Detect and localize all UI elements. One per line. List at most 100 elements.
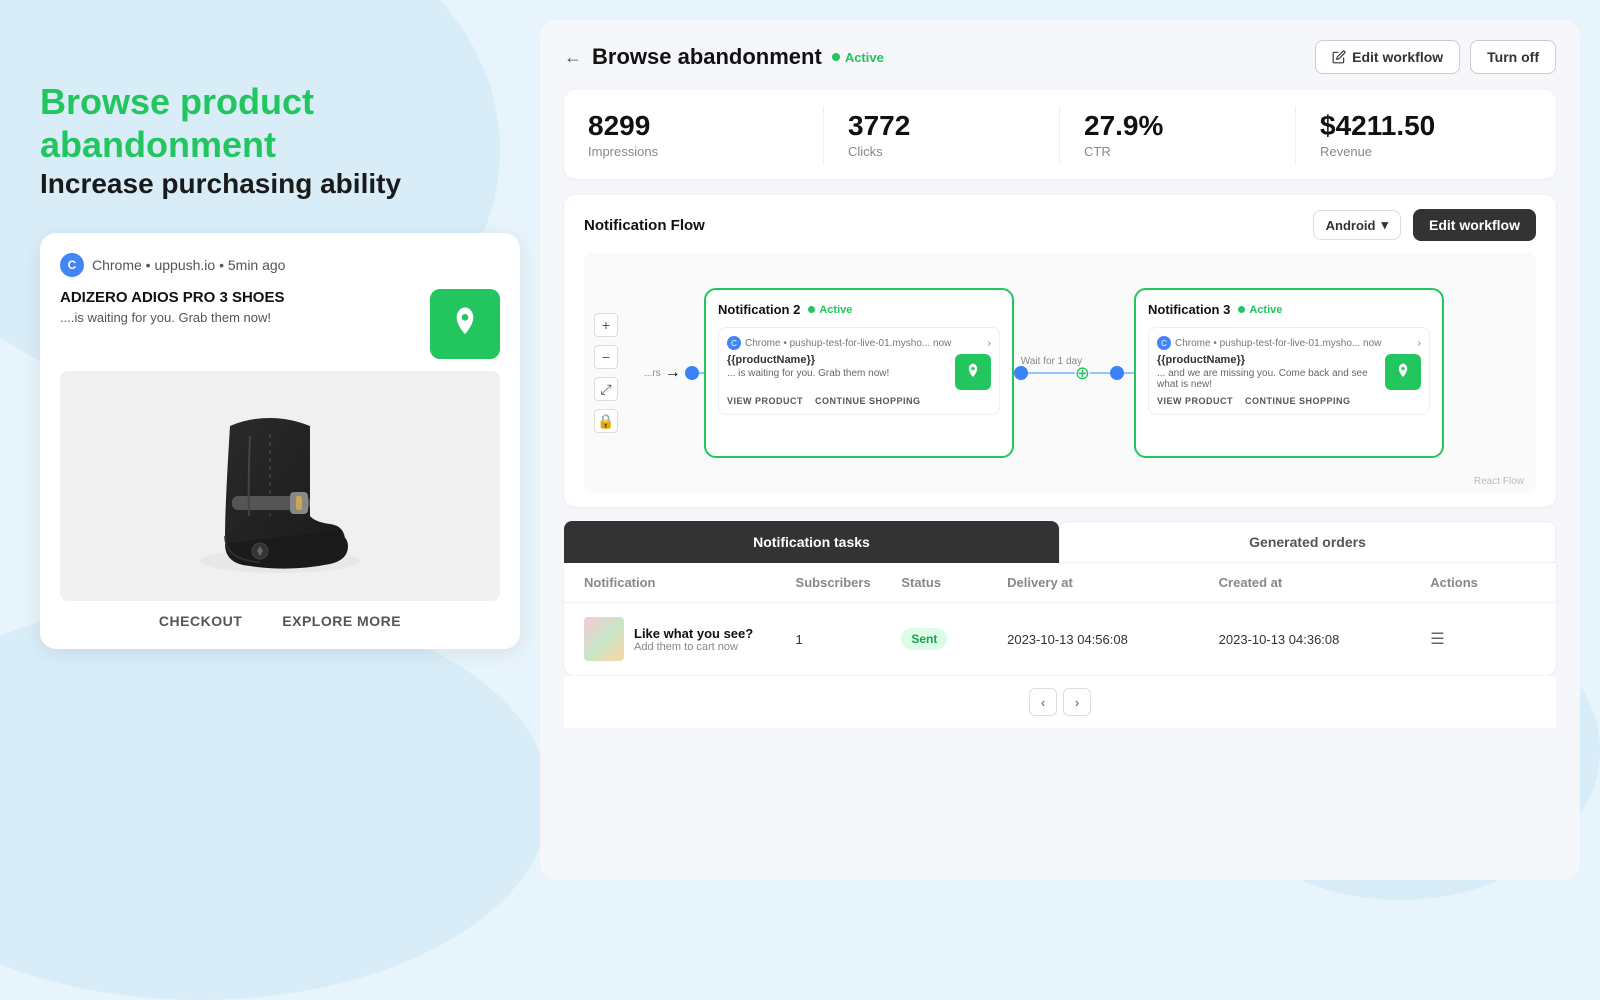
zoom-out-button[interactable]: − (594, 345, 618, 369)
page-header: ← Browse abandonment Active Edit workflo… (564, 40, 1556, 74)
flow-edit-button[interactable]: Edit workflow (1413, 209, 1536, 241)
notification-2-status: Active (808, 304, 852, 316)
mini-action-2-view: VIEW PRODUCT (1157, 396, 1233, 406)
headline-green: Browse product abandonment (40, 80, 540, 166)
chevron-icon-1: › (988, 338, 991, 349)
tab-generated-orders[interactable]: Generated orders (1059, 521, 1556, 563)
bottom-section: Notification tasks Generated orders Noti… (564, 521, 1556, 728)
stat-clicks: 3772 Clicks (824, 106, 1060, 163)
notification-3-header: Notification 3 Active (1148, 302, 1430, 317)
chevron-down-icon: ▾ (1381, 217, 1388, 233)
stat-revenue: $4211.50 Revenue (1296, 106, 1532, 163)
push-content-row: ADIZERO ADIOS PRO 3 SHOES ....is waiting… (60, 289, 500, 359)
notification-2-title: Notification 2 (718, 302, 800, 317)
start-label: ...rs (644, 368, 661, 379)
tab-notification-tasks[interactable]: Notification tasks (564, 521, 1059, 563)
push-card: C Chrome • uppush.io • 5min ago ADIZERO … (40, 233, 520, 649)
notification-2-header: Notification 2 Active (718, 302, 1000, 317)
table-section: Notification Subscribers Status Delivery… (564, 563, 1556, 676)
header-actions: Edit workflow Turn off (1315, 40, 1556, 74)
flow-zoom-controls: + − ⤢ 🔒 (594, 313, 618, 433)
connector-dot-start (685, 366, 699, 380)
rocket-icon-small-2 (1393, 362, 1413, 382)
status-cell: Sent (901, 628, 1007, 650)
mini-notif-2-product: {{productName}} (1157, 354, 1377, 366)
right-panel: ← Browse abandonment Active Edit workflo… (540, 20, 1580, 880)
impressions-value: 8299 (588, 110, 799, 142)
bg-decoration-2 (0, 600, 550, 1000)
zoom-in-button[interactable]: + (594, 313, 618, 337)
explore-button[interactable]: EXPLORE MORE (282, 613, 401, 629)
mini-notif-1-logo (955, 354, 991, 390)
notif-thumbnail (584, 617, 624, 661)
push-meta: Chrome • uppush.io • 5min ago (92, 257, 285, 273)
table-row: Like what you see? Add them to cart now … (564, 603, 1556, 676)
notification-2-status-label: Active (819, 304, 852, 316)
mini-notif-1-product: {{productName}} (727, 354, 947, 366)
edit-workflow-button[interactable]: Edit workflow (1315, 40, 1460, 74)
revenue-label: Revenue (1320, 144, 1508, 159)
clicks-label: Clicks (848, 144, 1035, 159)
notification-3-status-label: Active (1249, 304, 1282, 316)
subscribers-cell: 1 (796, 632, 902, 647)
left-panel: Browse product abandonment Increase purc… (40, 80, 540, 649)
rocket-icon-small-1 (963, 362, 983, 382)
mini-action-1-shop: CONTINUE SHOPPING (815, 396, 921, 406)
between-connector: Wait for 1 day ⊕ (1014, 363, 1134, 384)
back-button[interactable]: ← (564, 47, 582, 68)
mini-action-1-view: VIEW PRODUCT (727, 396, 803, 406)
next-page-button[interactable]: › (1063, 688, 1091, 716)
flow-inner: ...rs → Notification 2 Active (604, 288, 1516, 458)
flow-controls: Android ▾ Edit workflow (1313, 209, 1536, 241)
page-title-row: ← Browse abandonment Active (564, 44, 884, 70)
connector-line-end (1124, 372, 1134, 374)
mini-notif-1-body: ... is waiting for you. Grab them now! (727, 368, 947, 379)
row-actions-button[interactable]: ☰ (1430, 629, 1536, 649)
push-logo (430, 289, 500, 359)
checkout-button[interactable]: CHECKOUT (159, 613, 242, 629)
col-subscribers: Subscribers (796, 575, 902, 590)
mini-notif-2-site: C Chrome • pushup-test-for-live-01.mysho… (1157, 336, 1381, 350)
active-badge: Active (832, 50, 884, 65)
mini-notif-2-text: {{productName}} ... and we are missing y… (1157, 354, 1377, 390)
push-text: ADIZERO ADIOS PRO 3 SHOES ....is waiting… (60, 289, 418, 325)
mini-notif-2-actions: VIEW PRODUCT CONTINUE SHOPPING (1157, 396, 1421, 406)
col-status: Status (901, 575, 1007, 590)
active-label: Active (845, 50, 884, 65)
col-actions: Actions (1430, 575, 1536, 590)
active-dot-indicator (832, 53, 840, 61)
connector-dot-end (1110, 366, 1124, 380)
revenue-value: $4211.50 (1320, 110, 1508, 142)
col-created-at: Created at (1219, 575, 1431, 590)
lock-button[interactable]: 🔒 (594, 409, 618, 433)
ctr-value: 27.9% (1084, 110, 1271, 142)
react-flow-label: React Flow (1474, 476, 1524, 487)
connector-line-mid (1028, 372, 1075, 374)
push-header: C Chrome • uppush.io • 5min ago (60, 253, 500, 277)
fit-view-button[interactable]: ⤢ (594, 377, 618, 401)
flow-title: Notification Flow (584, 217, 705, 234)
mini-notif-1-text: {{productName}} ... is waiting for you. … (727, 354, 947, 379)
headline-black: Increase purchasing ability (40, 166, 540, 202)
notification-3-status: Active (1238, 304, 1282, 316)
notification-2-node: Notification 2 Active C Chrome • pushup-… (704, 288, 1014, 458)
flow-canvas: + − ⤢ 🔒 ...rs → Notification 2 (584, 253, 1536, 493)
mini-notif-2-site-text: Chrome • pushup-test-for-live-01.mysho..… (1175, 338, 1381, 349)
platform-label: Android (1326, 218, 1376, 233)
stat-impressions: 8299 Impressions (588, 106, 824, 163)
mini-notif-2-logo (1385, 354, 1421, 390)
impressions-label: Impressions (588, 144, 799, 159)
flow-section: Notification Flow Android ▾ Edit workflo… (564, 195, 1556, 507)
prev-page-button[interactable]: ‹ (1029, 688, 1057, 716)
turn-off-button[interactable]: Turn off (1470, 40, 1556, 74)
push-image (60, 371, 500, 601)
col-notification: Notification (584, 575, 796, 590)
edit-icon (1332, 50, 1346, 64)
col-delivery-at: Delivery at (1007, 575, 1219, 590)
rocket-icon (445, 304, 485, 344)
status-badge: Sent (901, 628, 947, 650)
platform-select[interactable]: Android ▾ (1313, 210, 1401, 240)
wait-label: Wait for 1 day (1021, 356, 1082, 367)
delivery-at-cell: 2023-10-13 04:56:08 (1007, 632, 1219, 647)
mini-notif-2-body: ... and we are missing you. Come back an… (1157, 368, 1377, 390)
